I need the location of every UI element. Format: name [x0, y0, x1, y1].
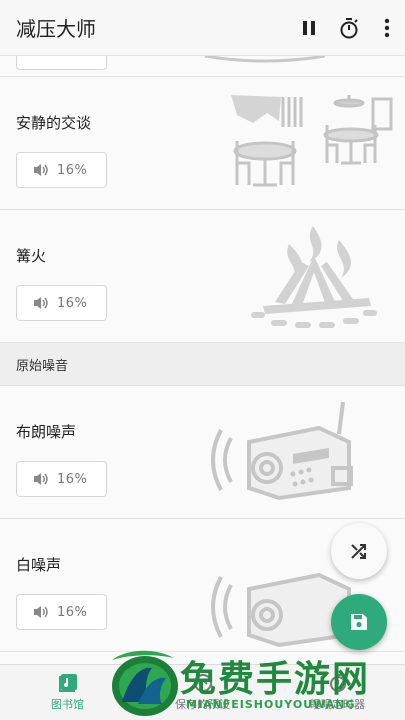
tab-label: 睡眠定时器 [310, 698, 365, 711]
app-bar: 减压大师 [0, 0, 405, 56]
tab-label: 图书馆 [51, 698, 84, 711]
library-icon [58, 674, 77, 692]
campfire-illustration [251, 226, 377, 328]
volume-value: 16% [57, 162, 88, 178]
timer-button[interactable] [329, 8, 369, 48]
tab-label: 保存的预设 [175, 698, 230, 711]
volume-icon [34, 473, 48, 485]
section-title: 原始噪音 [16, 358, 69, 374]
sound-name: 白噪声 [16, 556, 62, 574]
sound-card-partial-bottom [0, 652, 405, 664]
tab-sleep-timer[interactable]: 睡眠定时器 [270, 665, 405, 720]
pause-button[interactable] [289, 8, 329, 48]
volume-icon [34, 164, 48, 176]
volume-button[interactable]: 16% [16, 152, 107, 188]
saved-presets-icon [193, 674, 212, 692]
shuffle-button[interactable] [331, 523, 387, 579]
sound-card-campfire[interactable]: 篝火 16% [0, 210, 405, 343]
sound-name: 篝火 [16, 247, 47, 265]
volume-value: 16% [57, 295, 88, 311]
volume-button[interactable]: 16% [16, 461, 107, 497]
sound-card-brown-noise[interactable]: 布朗噪声 16% [0, 386, 405, 519]
tab-library[interactable]: 图书馆 [0, 665, 135, 720]
save-preset-button[interactable] [331, 594, 387, 650]
volume-icon [34, 606, 48, 618]
radio-illustration [211, 401, 353, 501]
tab-saved-presets[interactable]: 保存的预设 [135, 665, 270, 720]
shuffle-icon [351, 544, 366, 559]
timer-icon [340, 17, 358, 38]
volume-icon [34, 297, 48, 309]
volume-button[interactable]: 16% [16, 594, 107, 630]
app-title: 减压大师 [16, 17, 96, 41]
sound-name: 安静的交谈 [16, 114, 92, 132]
section-header-raw-noise: 原始噪音 [0, 343, 405, 386]
sound-name: 布朗噪声 [16, 423, 77, 441]
bottom-navigation: 图书馆 保存的预设 睡眠定时器 [0, 664, 405, 720]
volume-value: 16% [57, 604, 88, 620]
more-vert-icon [384, 18, 390, 37]
sleep-timer-icon [329, 674, 346, 692]
save-icon [351, 614, 367, 630]
volume-value: 16% [57, 471, 88, 487]
volume-chip-partial[interactable] [16, 56, 107, 70]
partial-illustration [204, 56, 326, 63]
more-options-button[interactable] [369, 8, 405, 48]
volume-button[interactable]: 16% [16, 285, 107, 321]
sound-card-quiet-conversation[interactable]: 安静的交谈 16% [0, 77, 405, 210]
sound-card-partial [0, 56, 405, 77]
cafe-tables-illustration [231, 95, 393, 187]
pause-icon [303, 20, 315, 35]
